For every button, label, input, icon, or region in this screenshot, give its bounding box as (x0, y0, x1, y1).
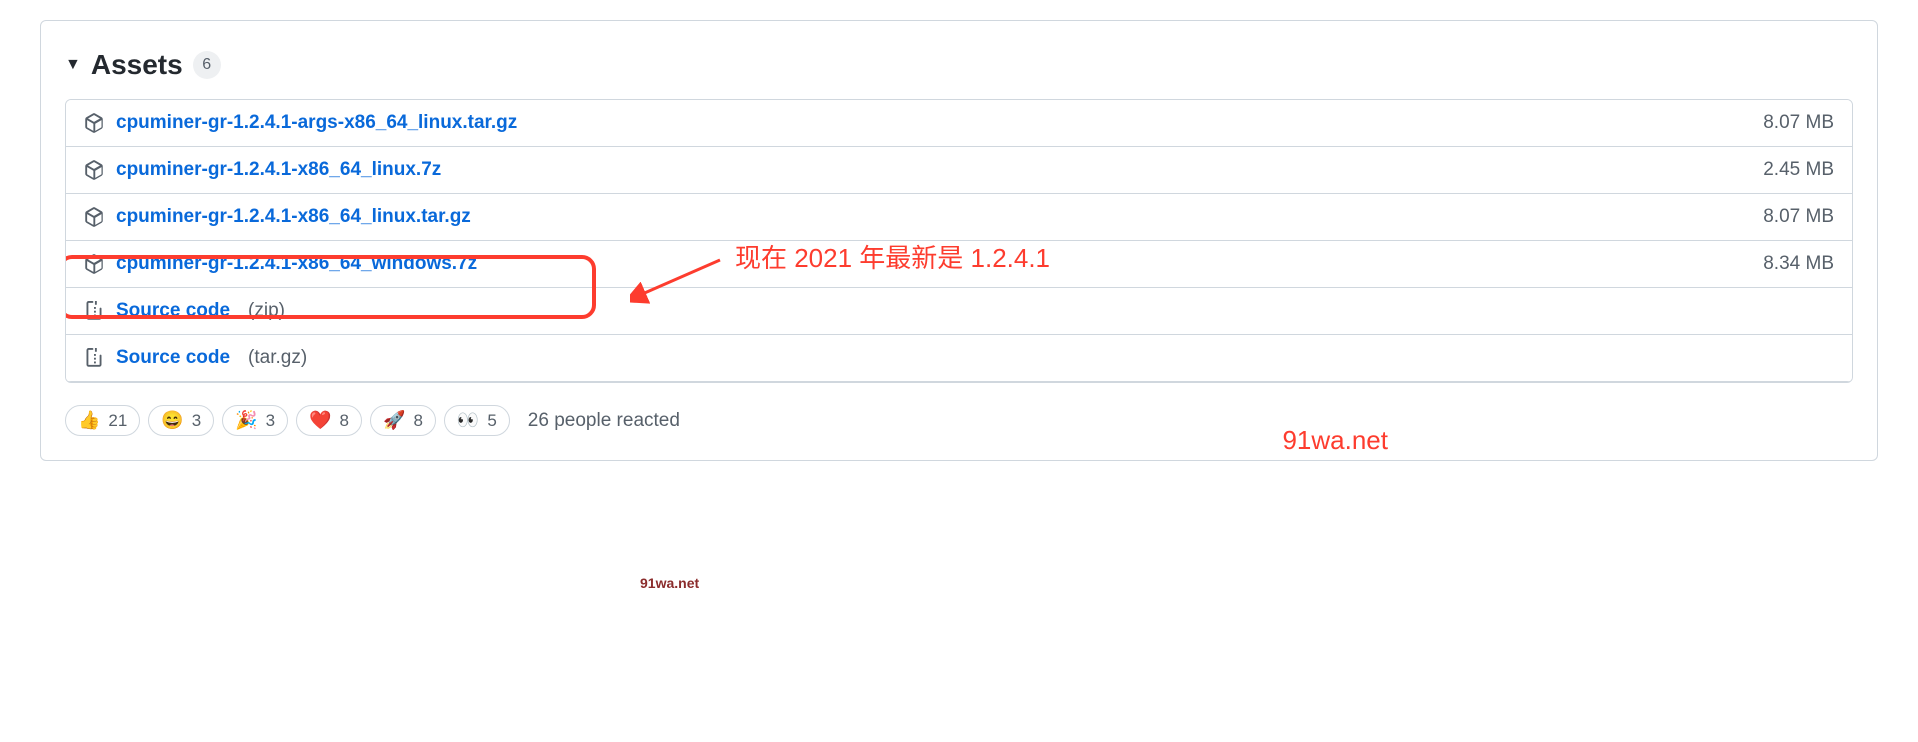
assets-header[interactable]: ▼ Assets 6 (65, 21, 1853, 99)
asset-link[interactable]: Source code (116, 300, 230, 322)
reaction-button[interactable]: 🎉 3 (222, 405, 288, 436)
asset-list: cpuminer-gr-1.2.4.1-args-x86_64_linux.ta… (65, 99, 1853, 383)
eyes-emoji: 👀 (457, 410, 479, 431)
reaction-count: 5 (487, 411, 496, 431)
asset-row: cpuminer-gr-1.2.4.1-x86_64_linux.7z 2.45… (66, 147, 1852, 194)
reaction-count: 21 (108, 411, 127, 431)
asset-row: cpuminer-gr-1.2.4.1-x86_64_linux.tar.gz … (66, 194, 1852, 241)
tada-emoji: 🎉 (235, 410, 257, 431)
asset-size: 2.45 MB (1763, 159, 1834, 181)
reaction-count: 3 (266, 411, 275, 431)
reaction-button[interactable]: 👍 21 (65, 405, 140, 436)
reaction-count: 3 (192, 411, 201, 431)
chevron-down-icon: ▼ (65, 56, 81, 74)
reaction-count: 8 (340, 411, 349, 431)
assets-count-badge: 6 (193, 51, 221, 79)
laugh-emoji: 😄 (161, 410, 183, 431)
reaction-count: 8 (413, 411, 422, 431)
asset-link[interactable]: cpuminer-gr-1.2.4.1-x86_64_windows.7z (116, 253, 477, 275)
asset-link[interactable]: cpuminer-gr-1.2.4.1-args-x86_64_linux.ta… (116, 112, 517, 134)
asset-row: cpuminer-gr-1.2.4.1-x86_64_windows.7z 8.… (66, 241, 1852, 288)
asset-size: 8.07 MB (1763, 112, 1834, 134)
package-icon (84, 207, 104, 227)
release-container: ▼ Assets 6 cpuminer-gr-1.2.4.1-args-x86_… (40, 20, 1878, 461)
watermark-small-text: 91wa.net (640, 575, 699, 591)
asset-size: 8.34 MB (1763, 253, 1834, 275)
zip-icon (84, 348, 104, 368)
asset-row: Source code (zip) (66, 288, 1852, 335)
asset-meta: (tar.gz) (248, 347, 307, 369)
asset-link[interactable]: cpuminer-gr-1.2.4.1-x86_64_linux.7z (116, 159, 441, 181)
reaction-button[interactable]: 😄 3 (148, 405, 214, 436)
thumbs-up-emoji: 👍 (78, 410, 100, 431)
package-icon (84, 160, 104, 180)
asset-size: 8.07 MB (1763, 206, 1834, 228)
assets-title: Assets (91, 49, 183, 81)
asset-row: Source code (tar.gz) (66, 335, 1852, 382)
rocket-emoji: 🚀 (383, 410, 405, 431)
asset-meta: (zip) (248, 300, 285, 322)
reaction-button[interactable]: ❤️ 8 (296, 405, 362, 436)
asset-link[interactable]: Source code (116, 347, 230, 369)
reaction-button[interactable]: 🚀 8 (370, 405, 436, 436)
heart-emoji: ❤️ (309, 410, 331, 431)
zip-icon (84, 301, 104, 321)
package-icon (84, 254, 104, 274)
asset-link[interactable]: cpuminer-gr-1.2.4.1-x86_64_linux.tar.gz (116, 206, 471, 228)
asset-row: cpuminer-gr-1.2.4.1-args-x86_64_linux.ta… (66, 100, 1852, 147)
package-icon (84, 113, 104, 133)
reaction-button[interactable]: 👀 5 (444, 405, 510, 436)
reactions-bar: 👍 21 😄 3 🎉 3 ❤️ 8 🚀 8 👀 5 (65, 405, 1853, 436)
reaction-summary: 26 people reacted (528, 410, 680, 432)
